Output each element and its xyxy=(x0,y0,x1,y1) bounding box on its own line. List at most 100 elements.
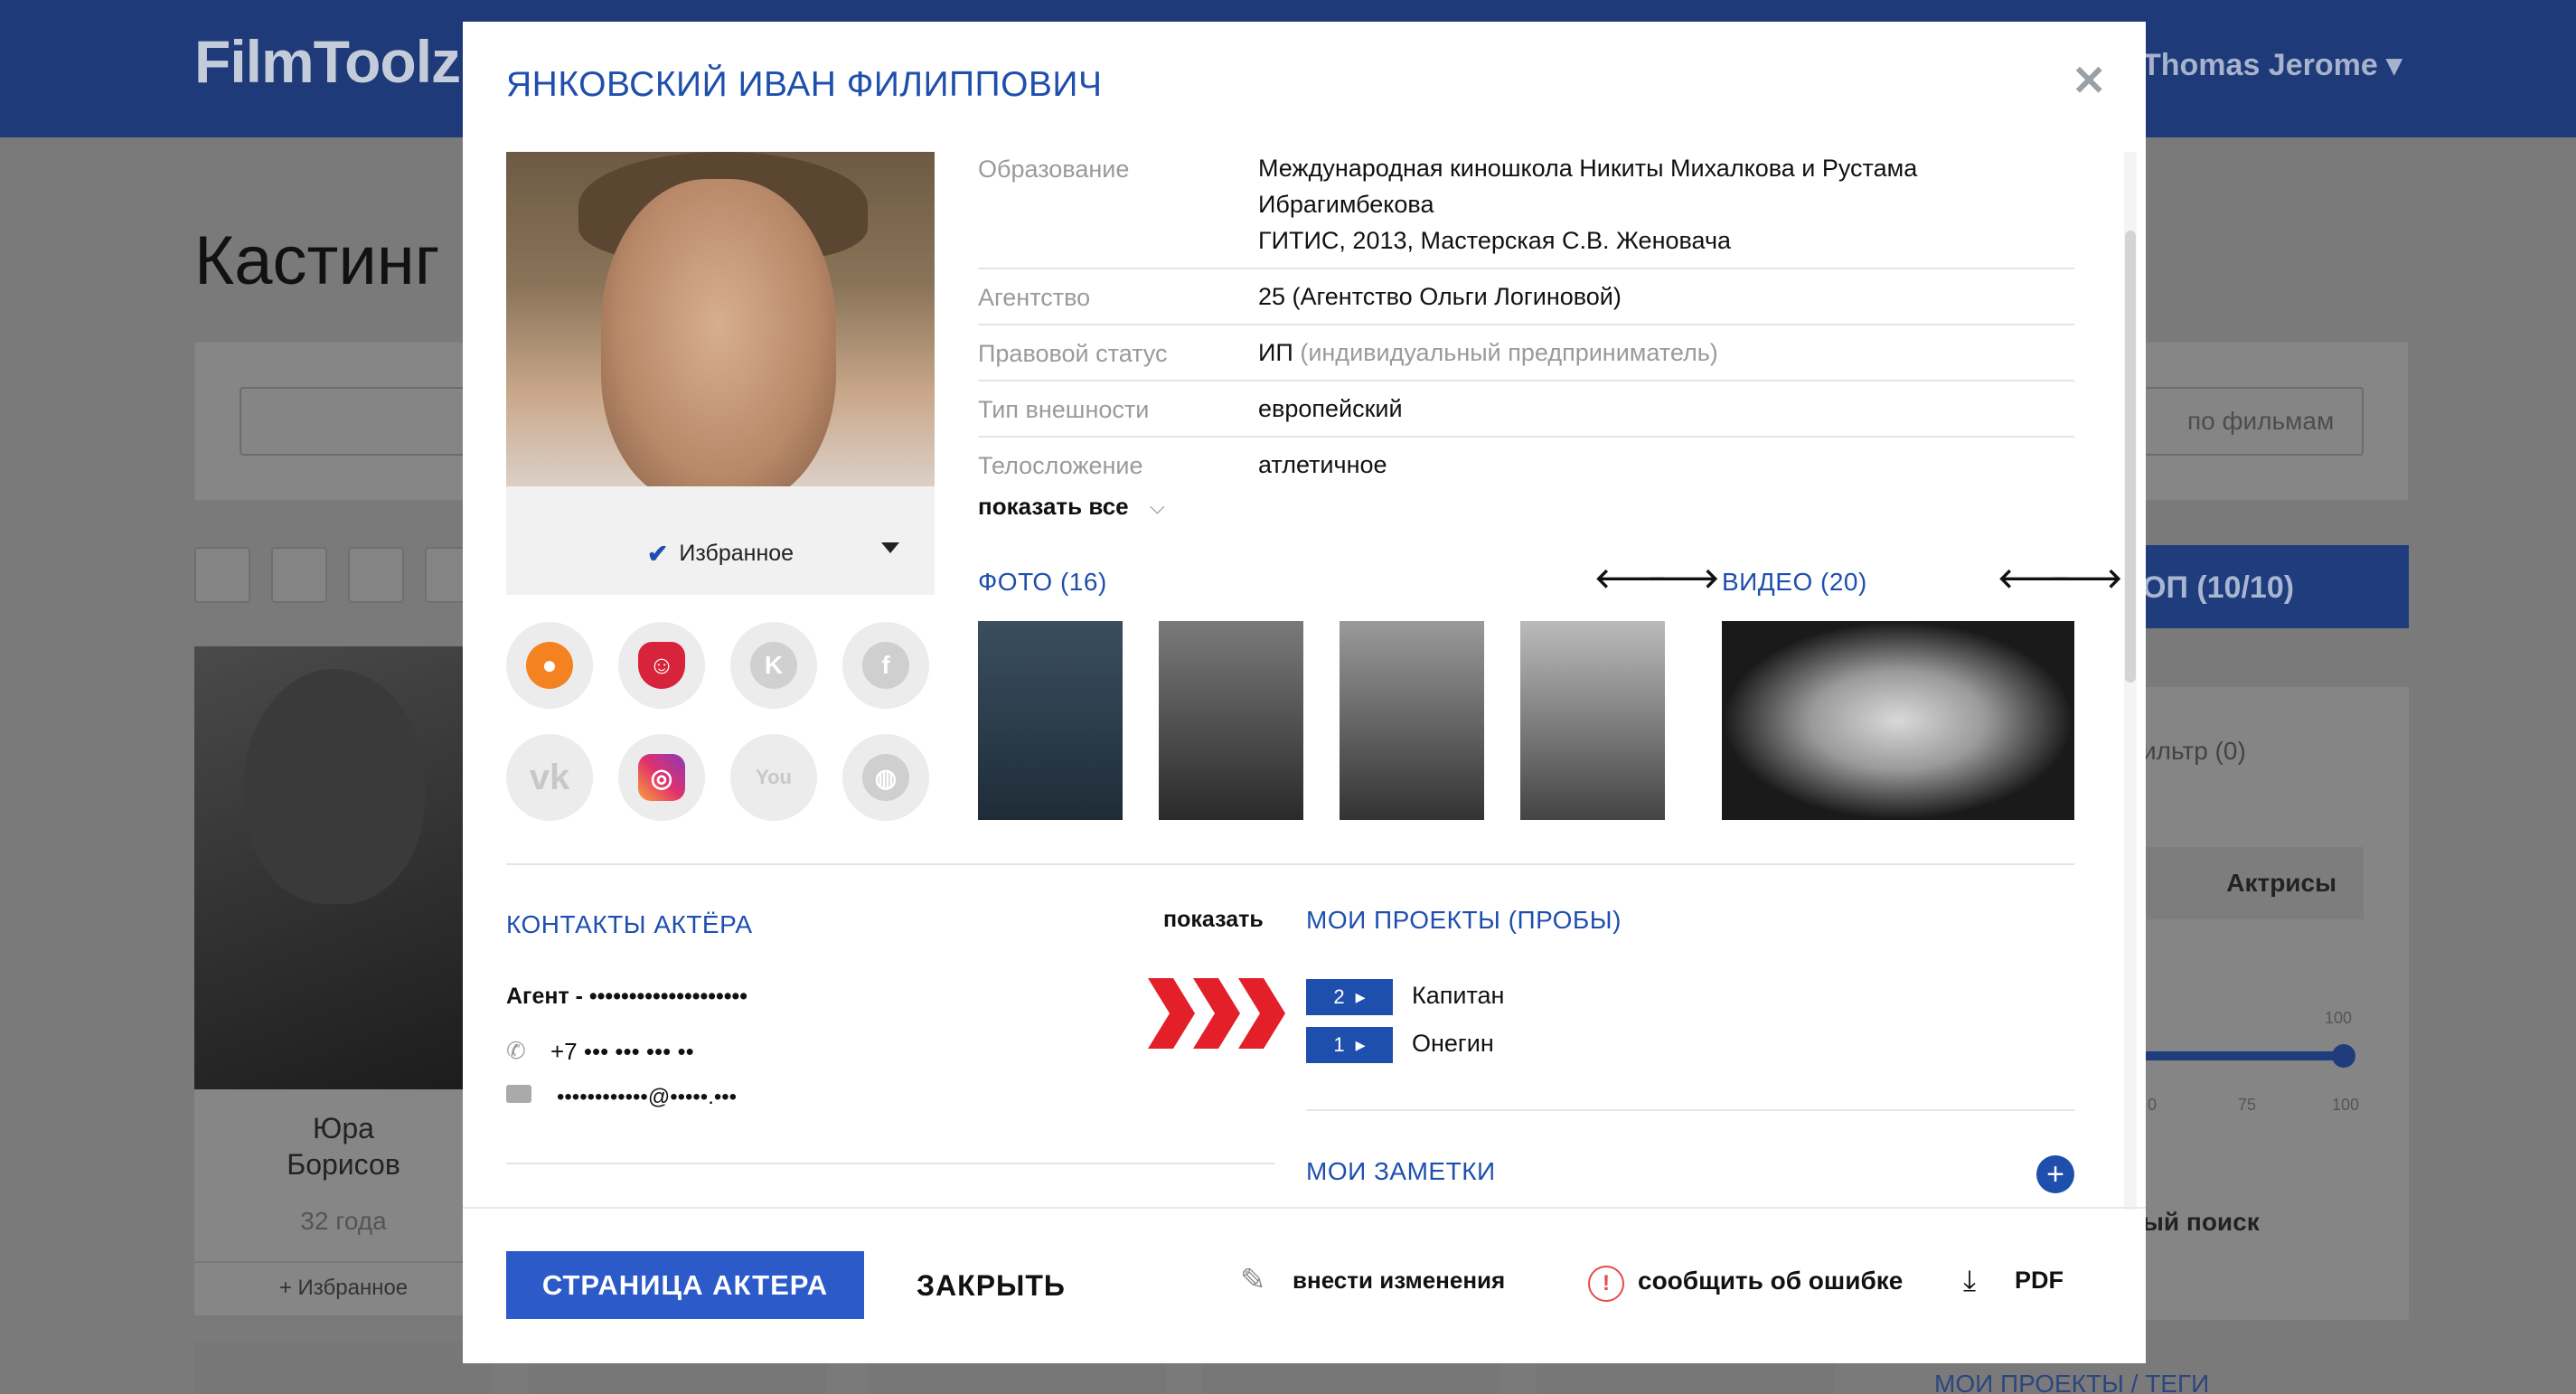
photo-thumb[interactable] xyxy=(1159,621,1303,820)
edit-link[interactable]: внести изменения xyxy=(1293,1267,1505,1295)
user-menu[interactable]: Thomas Jerome ▾ xyxy=(2142,47,2402,83)
pencil-icon[interactable]: ✎ xyxy=(1240,1262,1266,1298)
theatre-icon: ☺ xyxy=(638,642,685,689)
facebook-link[interactable]: f xyxy=(842,622,929,709)
actor-page-button[interactable]: СТРАНИЦА АКТЕРА xyxy=(506,1251,864,1319)
notes-title: МОИ ЗАМЕТКИ xyxy=(1306,1157,1496,1185)
pdf-link[interactable]: PDF xyxy=(2015,1267,2064,1295)
age-slider-track[interactable] xyxy=(2142,1051,2350,1060)
show-all-link[interactable]: показать все xyxy=(978,493,1129,521)
info-value-legal: ИП (индивидуальный предприниматель) xyxy=(1258,334,1718,371)
red-chevrons-icon xyxy=(1148,978,1285,1049)
slider-tick: 75 xyxy=(2238,1096,2257,1114)
warning-icon[interactable]: ! xyxy=(1588,1266,1624,1302)
kinoteatr-link[interactable]: K xyxy=(730,622,817,709)
instagram-icon: ◎ xyxy=(638,754,685,801)
slider-tick: 100 xyxy=(2332,1096,2360,1114)
education-line: ГИТИС, 2013, Мастерская С.В. Женовача xyxy=(1258,227,1732,254)
education-line: Международная киношкола Никиты Михалкова… xyxy=(1258,155,1918,182)
info-value-build: атлетичное xyxy=(1258,451,1387,478)
table-view-button[interactable] xyxy=(348,547,404,603)
page-title: Кастинг xyxy=(194,222,440,299)
photos-title[interactable]: ФОТО (16) xyxy=(978,568,1107,597)
extended-search-link[interactable]: ый поиск xyxy=(2142,1208,2260,1237)
row-divider xyxy=(978,436,2074,438)
caret-down-icon[interactable] xyxy=(881,542,899,553)
website-link[interactable]: ◍ xyxy=(842,734,929,821)
section-divider xyxy=(1306,1109,2074,1111)
youtube-link[interactable]: You xyxy=(730,734,817,821)
modal-scrollbar-thumb[interactable] xyxy=(2125,231,2136,683)
actor-last-name: Борисов xyxy=(287,1148,400,1181)
email-value: ••••••••••••@•••••.••• xyxy=(557,1085,738,1109)
caret-right-icon: ▸ xyxy=(1355,985,1366,1008)
section-divider xyxy=(506,1163,1274,1164)
project-name[interactable]: Онегин xyxy=(1412,1030,1494,1058)
videos-next-arrow-icon[interactable]: 🡒 xyxy=(2050,562,2122,595)
selection-button[interactable]: ОП (10/10) xyxy=(2142,545,2409,628)
favorite-dropdown[interactable]: ✔ Избранное xyxy=(522,527,918,579)
kinopoisk-link[interactable]: ● xyxy=(506,622,593,709)
app-logo[interactable]: FilmToolz xyxy=(194,27,461,96)
photo-thumb[interactable] xyxy=(1340,621,1484,820)
row-divider xyxy=(978,380,2074,381)
actor-card-name[interactable]: Юра Борисов xyxy=(194,1110,493,1182)
close-icon[interactable]: ✕ xyxy=(2072,56,2107,105)
filter-label[interactable]: ильтр (0) xyxy=(2142,737,2246,766)
row-divider xyxy=(978,324,2074,325)
actor-card-favorite-button[interactable]: + Избранное xyxy=(194,1261,493,1314)
user-name: Thomas Jerome xyxy=(2142,48,2378,82)
mail-icon xyxy=(506,1085,531,1103)
download-icon[interactable]: ⤓ xyxy=(1963,1264,1976,1298)
photo-thumb[interactable] xyxy=(1520,621,1665,820)
project-count: 2 xyxy=(1333,985,1345,1008)
photo-face xyxy=(601,179,836,504)
projects-tags-heading: МОИ ПРОЕКТЫ / ТЕГИ xyxy=(1934,1370,2210,1394)
chevron-down-icon[interactable]: ⌵ xyxy=(1150,495,1165,519)
theatre-link[interactable]: ☺ xyxy=(618,622,705,709)
projects-title: МОИ ПРОЕКТЫ (ПРОБЫ) xyxy=(1306,906,1622,934)
videos-title[interactable]: ВИДЕО (20) xyxy=(1722,568,1867,597)
info-value-agency: 25 (Агентство Ольги Логиновой) xyxy=(1258,283,1622,310)
slider-value: 100 xyxy=(2325,1009,2353,1027)
info-label: Образование xyxy=(978,155,1130,183)
grid-view-button[interactable] xyxy=(194,547,250,603)
list-view-button[interactable] xyxy=(271,547,327,603)
vk-link[interactable]: vk xyxy=(506,734,593,821)
photos-next-arrow-icon[interactable]: 🡒 xyxy=(1647,562,1719,595)
contacts-title: КОНТАКТЫ АКТЁРА xyxy=(506,910,753,938)
project-count-badge[interactable]: 1 ▸ xyxy=(1306,1027,1393,1063)
info-label: Телосложение xyxy=(978,452,1143,479)
close-button[interactable]: ЗАКРЫТЬ xyxy=(917,1269,1066,1303)
caret-right-icon: ▸ xyxy=(1355,1033,1366,1056)
info-label: Правовой статус xyxy=(978,340,1168,367)
info-value-appearance: европейский xyxy=(1258,395,1403,422)
report-error-link[interactable]: сообщить об ошибке xyxy=(1638,1267,1903,1295)
actor-card-thumb[interactable] xyxy=(194,1342,493,1394)
search-films-label[interactable]: по фильмам xyxy=(2187,407,2334,436)
favorite-label: Избранное xyxy=(679,540,794,566)
instagram-link[interactable]: ◎ xyxy=(618,734,705,821)
project-name[interactable]: Капитан xyxy=(1412,982,1504,1010)
age-slider-handle[interactable] xyxy=(2332,1044,2355,1068)
kinoteatr-icon: K xyxy=(750,642,797,689)
row-divider xyxy=(978,268,2074,269)
legal-status-value: ИП xyxy=(1258,339,1293,366)
info-value-education: Международная киношкола Никиты Михалкова… xyxy=(1258,150,1917,259)
project-count-badge[interactable]: 2 ▸ xyxy=(1306,979,1393,1015)
show-contacts-link[interactable]: показать xyxy=(1163,907,1264,933)
actor-first-name: Юра xyxy=(313,1112,374,1144)
globe-icon: ◍ xyxy=(862,754,909,801)
modal-title: ЯНКОВСКИЙ ИВАН ФИЛИППОВИЧ xyxy=(506,65,1103,104)
slider-tick: 0 xyxy=(2148,1096,2158,1114)
actor-card-face xyxy=(244,669,425,904)
facebook-icon: f xyxy=(862,642,909,689)
photo-thumb[interactable] xyxy=(978,621,1123,820)
tab-actresses[interactable]: Актрисы xyxy=(2142,847,2364,919)
add-note-icon[interactable]: + xyxy=(2036,1155,2074,1193)
video-thumb[interactable] xyxy=(1722,621,2074,820)
footer-divider xyxy=(463,1207,2146,1209)
project-count: 1 xyxy=(1333,1033,1345,1056)
actor-card-fav-label: Избранное xyxy=(297,1276,409,1300)
info-label: Агентство xyxy=(978,284,1091,311)
